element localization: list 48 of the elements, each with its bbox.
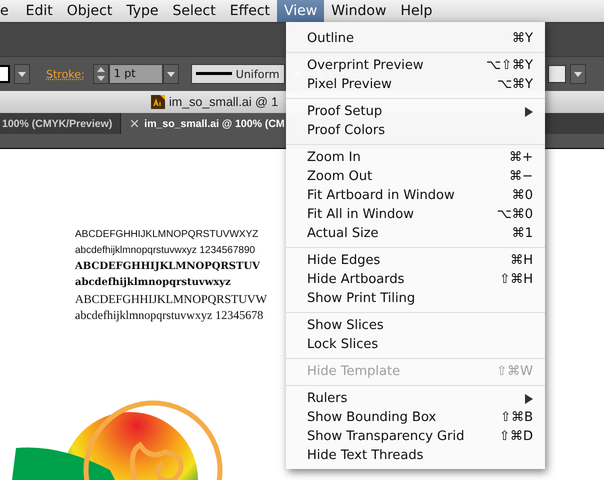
menu-item[interactable]: Pixel Preview ⌥⌘Y bbox=[286, 75, 545, 94]
menu-item[interactable]: Lock Slices bbox=[286, 335, 545, 354]
sample-text: abcdefhijklmnopqrstuvwxyz 1234567890 bbox=[75, 244, 256, 258]
menu-item[interactable]: Show Print Tiling bbox=[286, 289, 545, 308]
menu-item[interactable]: Zoom Out ⌘− bbox=[286, 167, 545, 186]
color-swatch[interactable] bbox=[548, 65, 566, 83]
dropdown-button[interactable] bbox=[14, 64, 30, 84]
spinner-button[interactable] bbox=[92, 64, 109, 84]
menu-item[interactable]: Overprint Preview ⌥⇧⌘Y bbox=[286, 56, 545, 75]
line-icon bbox=[196, 72, 232, 76]
sample-text: ABCDEFGHHIJKLMNOPQRSTUVW bbox=[75, 291, 268, 307]
stroke-profile-field[interactable]: Uniform bbox=[190, 64, 285, 84]
caret-icon bbox=[166, 72, 175, 76]
sample-text: ABCDEFGHHIJKLMNOPQRSTUV bbox=[75, 260, 260, 274]
menu-item[interactable]: Show Slices bbox=[286, 316, 545, 335]
menu-item[interactable]: Rulers bbox=[286, 389, 545, 408]
menu-bar-item[interactable]: e bbox=[0, 0, 19, 22]
up-down-arrows-icon bbox=[96, 66, 106, 82]
menu-item[interactable]: Fit All in Window ⌥⌘0 bbox=[286, 205, 545, 224]
menu-bar-item[interactable]: View bbox=[277, 0, 324, 22]
document-title: im_so_small.ai @ 1 bbox=[169, 95, 278, 109]
caret-icon bbox=[18, 72, 26, 76]
menu-item[interactable]: Hide Text Threads bbox=[286, 446, 545, 465]
sample-text: ABCDEFGHHIJKLMNOPQRSTUVWXYZ bbox=[75, 228, 258, 242]
stroke-weight-field[interactable]: 1 pt bbox=[108, 64, 163, 84]
menu-item[interactable]: Show Transparency Grid ⇧⌘D bbox=[286, 427, 545, 446]
ai-file-icon bbox=[151, 95, 165, 109]
sample-text: abcdefhijklmnopqrstuvwxyz 12345678 bbox=[75, 307, 264, 323]
menu-item[interactable]: Show Bounding Box ⇧⌘B bbox=[286, 408, 545, 427]
menu-item[interactable]: Fit Artboard in Window ⌘0 bbox=[286, 186, 545, 205]
menu-item[interactable]: Hide Edges ⌘H bbox=[286, 251, 545, 270]
menu-bar-item[interactable]: Select bbox=[166, 0, 223, 22]
close-icon bbox=[131, 120, 138, 127]
menu-bar-item[interactable]: Edit bbox=[18, 0, 60, 22]
menu-bar-item[interactable]: Type bbox=[119, 0, 166, 22]
menu-item[interactable]: Zoom In ⌘+ bbox=[286, 148, 545, 167]
menu-item[interactable]: Actual Size ⌘1 bbox=[286, 224, 545, 243]
dropdown-button[interactable] bbox=[162, 64, 179, 84]
dropdown-button[interactable] bbox=[570, 64, 586, 84]
caret-icon bbox=[574, 72, 582, 76]
sample-text: abcdefhijklmnopqrstuvwxyz bbox=[75, 276, 231, 290]
menu-bar-item[interactable]: Effect bbox=[222, 0, 278, 22]
menu-item[interactable]: Hide Artboards ⇧⌘H bbox=[286, 270, 545, 289]
menu-item[interactable]: Outline ⌘Y bbox=[286, 29, 545, 48]
menu-bar-item[interactable]: Window bbox=[324, 0, 394, 22]
fill-swatch[interactable] bbox=[0, 65, 10, 83]
menu-bar-item[interactable]: Object bbox=[60, 0, 120, 22]
menu-bar-item[interactable]: Help bbox=[393, 0, 440, 22]
